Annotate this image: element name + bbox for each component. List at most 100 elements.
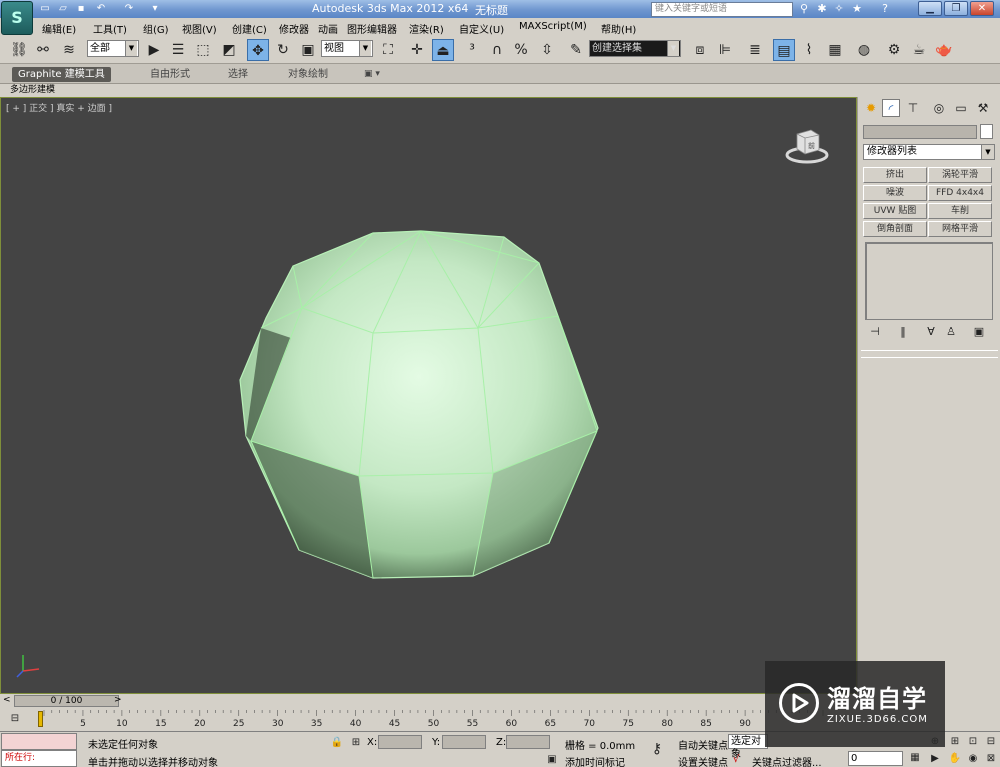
tab-graphite[interactable]: Graphite 建模工具 — [12, 67, 111, 82]
display-tab-icon[interactable]: ▭ — [952, 99, 970, 117]
rendered-frame-icon[interactable]: ☕ — [908, 39, 930, 61]
window-crossing-icon[interactable]: ◩ — [218, 39, 240, 61]
rectangle-selection-icon[interactable]: ⬚ — [192, 39, 214, 61]
link-icon[interactable]: ⛓ — [8, 39, 30, 61]
snaps-toggle-icon[interactable]: ³ — [461, 39, 483, 61]
undo-icon[interactable]: ↶ — [94, 2, 108, 15]
reference-coordinate-dropdown[interactable]: 视图 — [321, 40, 373, 57]
modifier-button-lathe[interactable]: 车削 — [928, 203, 992, 219]
render-setup-icon[interactable]: ⚙ — [883, 39, 905, 61]
render-production-icon[interactable]: 🫖 — [933, 39, 955, 61]
bind-spacewarp-icon[interactable]: ≋ — [58, 39, 80, 61]
tab-selection[interactable]: 选择 — [222, 67, 254, 82]
edit-named-selection-icon[interactable]: ✎ — [565, 39, 587, 61]
quick-access-dropdown-icon[interactable]: ▾ — [148, 2, 162, 15]
time-tag-icon[interactable]: ▣ — [545, 753, 559, 767]
modifier-button-turbosmooth[interactable]: 涡轮平滑 — [928, 167, 992, 183]
selected-set-dropdown[interactable]: 选定对象 — [728, 734, 768, 760]
ribbon-options-icon[interactable]: ▣ ▾ — [358, 67, 386, 82]
communication-icon[interactable]: ✧ — [832, 2, 846, 16]
save-file-icon[interactable]: ▪ — [74, 2, 88, 15]
key-icon[interactable]: ⚷ — [650, 742, 664, 756]
menu-rendering[interactable]: 渲染(R) — [409, 21, 444, 36]
mirror-icon[interactable]: ⧈ — [689, 39, 711, 61]
selection-filter-dropdown[interactable]: 全部 — [87, 40, 139, 57]
viewcube[interactable]: 前 — [785, 126, 829, 166]
menu-group[interactable]: 组(G) — [143, 21, 169, 36]
create-tab-icon[interactable]: ✹ — [862, 99, 880, 117]
search-input[interactable]: 键入关键字或短语 — [651, 2, 793, 17]
keyboard-shortcut-override-icon[interactable]: ⏏ — [432, 39, 454, 61]
y-coordinate-field[interactable] — [442, 735, 486, 749]
favorites-star-icon[interactable]: ★ — [850, 2, 864, 16]
percent-snap-icon[interactable]: % — [510, 39, 532, 61]
time-slider-next-icon[interactable]: > — [114, 695, 122, 705]
key-filters-icon[interactable]: √ — [733, 754, 739, 765]
modifier-list-dropdown[interactable]: 修改器列表 — [863, 144, 995, 160]
schematic-view-icon[interactable]: ▦ — [824, 39, 846, 61]
object-color-swatch[interactable] — [980, 124, 993, 139]
z-coordinate-field[interactable] — [506, 735, 550, 749]
track-bar[interactable]: ⊟ 5 10 15 20 25 30 35 40 45 50 55 60 65 70 75 80 85 90 — [0, 708, 860, 731]
modifier-button-noise[interactable]: 噪波 — [863, 185, 927, 201]
hierarchy-tab-icon[interactable]: ⊤ — [904, 99, 922, 117]
curve-editor-icon[interactable]: ⌇ — [798, 39, 820, 61]
named-selection-dropdown[interactable]: 创建选择集 — [589, 40, 681, 57]
menu-animation[interactable]: 动画 — [318, 21, 338, 36]
new-file-icon[interactable]: ▭ — [38, 2, 52, 15]
time-slider-thumb[interactable]: 0 / 100 — [14, 695, 119, 707]
tab-object-paint[interactable]: 对象绘制 — [282, 67, 334, 82]
menu-help[interactable]: 帮助(H) — [601, 21, 636, 36]
utilities-tab-icon[interactable]: ⚒ — [974, 99, 992, 117]
add-time-tag[interactable]: 添加时间标记 — [565, 754, 625, 767]
zoom-extents-all-icon[interactable]: ⊟ — [984, 735, 998, 749]
subscription-icon[interactable]: ✱ — [815, 2, 829, 16]
pan-hand-icon[interactable]: ✋ — [948, 752, 962, 766]
lock-selection-icon[interactable]: 🔒 — [330, 736, 344, 750]
menu-graph-editors[interactable]: 图形编辑器 — [347, 21, 397, 36]
help-icon[interactable]: ? — [878, 2, 892, 16]
spinner-snap-icon[interactable]: ⇳ — [536, 39, 558, 61]
menu-edit[interactable]: 编辑(E) — [42, 21, 76, 36]
align-icon[interactable]: ⊫ — [714, 39, 736, 61]
redo-icon[interactable]: ↷ — [122, 2, 136, 15]
menu-view[interactable]: 视图(V) — [182, 21, 217, 36]
remove-modifier-icon[interactable]: ♙ — [944, 325, 958, 339]
maxscript-listener-field[interactable] — [1, 733, 77, 750]
set-key-button[interactable]: 设置关键点 — [678, 754, 728, 767]
select-object-icon[interactable]: ▶ — [143, 39, 165, 61]
zoom-extents-selected-icon[interactable]: ⊡ — [966, 735, 980, 749]
menu-create[interactable]: 创建(C) — [232, 21, 267, 36]
minimize-button[interactable]: ▁ — [918, 1, 942, 16]
modify-tab-icon[interactable]: ◜ — [882, 99, 900, 117]
field-of-view-icon[interactable]: ▶ — [928, 752, 942, 766]
angle-snap-icon[interactable]: ∩ — [486, 39, 508, 61]
tab-freeform[interactable]: 自由形式 — [144, 67, 196, 82]
zoom-all-icon[interactable]: ⊞ — [948, 735, 962, 749]
maxscript-line-label[interactable]: 所在行: — [1, 750, 77, 767]
select-by-name-icon[interactable]: ☰ — [167, 39, 189, 61]
motion-tab-icon[interactable]: ◎ — [930, 99, 948, 117]
layer-manager-icon[interactable]: ≣ — [744, 39, 766, 61]
x-coordinate-field[interactable] — [378, 735, 422, 749]
restore-button[interactable]: ❐ — [944, 1, 968, 16]
unlink-icon[interactable]: ⚯ — [32, 39, 54, 61]
select-and-scale-icon[interactable]: ▣ — [297, 39, 319, 61]
configure-sets-icon[interactable]: ▣ — [972, 325, 986, 339]
absolute-mode-icon[interactable]: ⊞ — [349, 736, 363, 750]
open-file-icon[interactable]: ▱ — [56, 2, 70, 15]
modifier-button-meshsmooth[interactable]: 网格平滑 — [928, 221, 992, 237]
material-editor-icon[interactable]: ◍ — [853, 39, 875, 61]
current-frame-field[interactable]: 0 — [848, 751, 903, 766]
select-and-move-icon[interactable]: ✥ — [247, 39, 269, 61]
orbit-icon[interactable]: ◉ — [966, 752, 980, 766]
menu-modifiers[interactable]: 修改器 — [279, 21, 309, 36]
binoculars-icon[interactable]: ⚲ — [797, 2, 811, 16]
auto-key-button[interactable]: 自动关键点 — [678, 737, 728, 752]
modifier-button-bevel-profile[interactable]: 倒角剖面 — [863, 221, 927, 237]
app-logo-icon[interactable]: S — [1, 1, 33, 35]
maximize-viewport-icon[interactable]: ⊠ — [984, 752, 998, 766]
time-config-icon[interactable]: ▦ — [908, 751, 922, 765]
time-slider-prev-icon[interactable]: < — [3, 695, 11, 705]
perspective-viewport[interactable]: [ + ] 正交 ] 真实 + 边面 ] 前 — [0, 97, 857, 694]
